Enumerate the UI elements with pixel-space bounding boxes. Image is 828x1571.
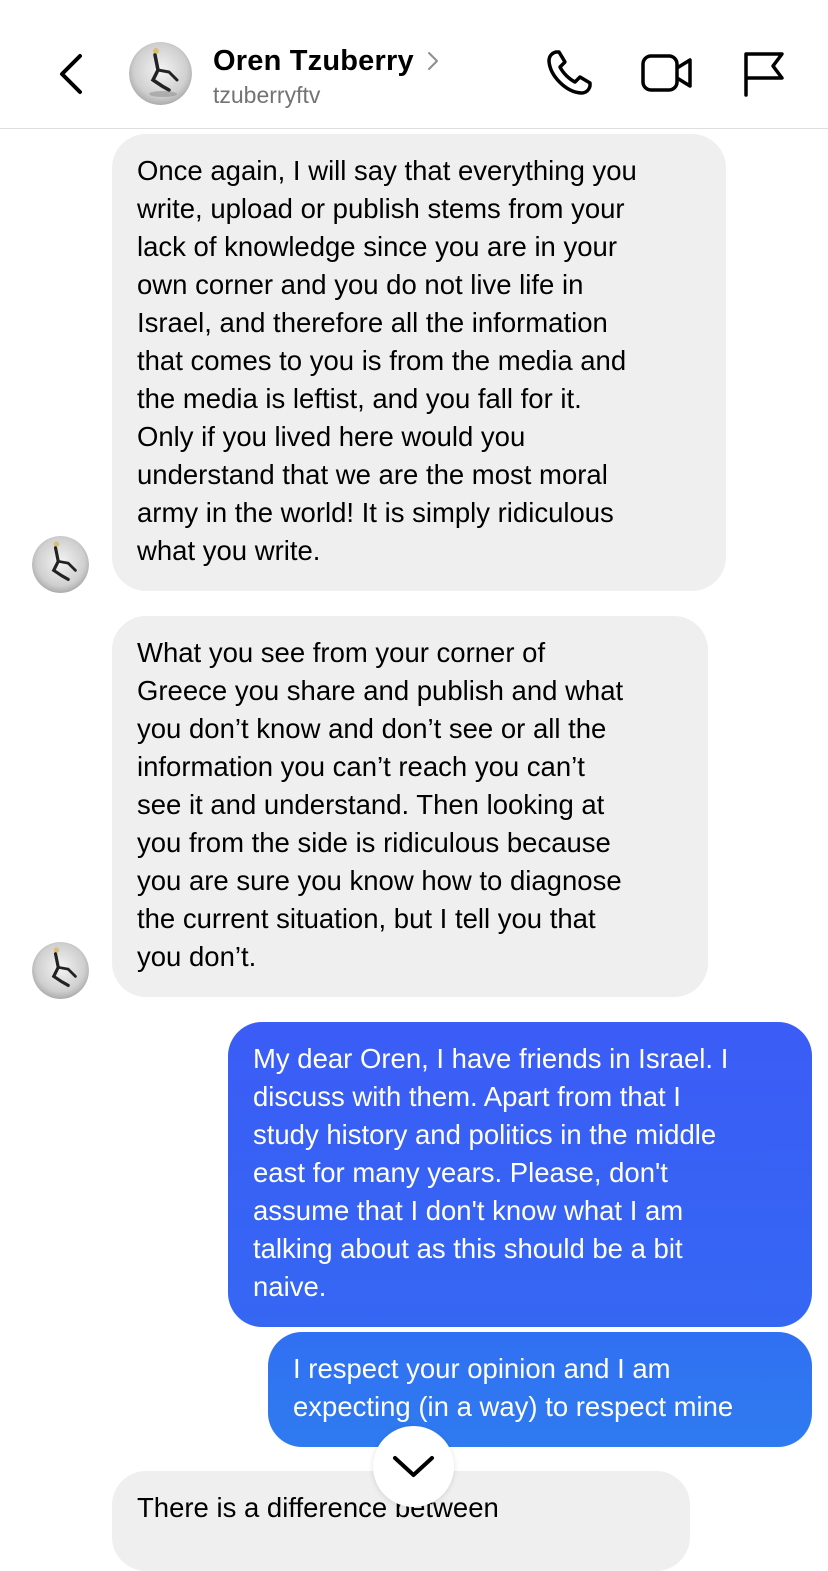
message-bubble-incoming[interactable]: Once again, I will say that everything y… — [112, 134, 726, 591]
message-bubble-outgoing[interactable]: I respect your opinion and I am expectin… — [268, 1332, 812, 1447]
sender-avatar[interactable] — [32, 942, 89, 999]
flag-icon — [744, 52, 784, 97]
chevron-left-icon — [60, 54, 82, 94]
chat-header: Oren Tzuberry tzuberryftv — [0, 0, 828, 129]
contact-username: tzuberryftv — [213, 82, 321, 108]
contact-name: Oren Tzuberry — [213, 44, 414, 77]
back-button[interactable] — [50, 50, 94, 98]
scroll-to-bottom-button[interactable] — [373, 1426, 454, 1507]
sender-avatar[interactable] — [32, 536, 89, 593]
message-bubble-incoming[interactable]: What you see from your corner of Greece … — [112, 616, 708, 997]
message-bubble-outgoing[interactable]: My dear Oren, I have friends in Israel. … — [228, 1022, 812, 1327]
phone-icon — [547, 50, 592, 95]
contact-profile-link[interactable]: Oren Tzuberry — [213, 43, 440, 79]
chevron-down-icon — [393, 1456, 434, 1477]
contact-avatar[interactable] — [129, 42, 192, 105]
video-call-button[interactable] — [640, 46, 694, 100]
video-camera-icon — [641, 54, 692, 92]
report-button[interactable] — [738, 46, 792, 100]
chevron-right-icon — [427, 52, 438, 70]
audio-call-button[interactable] — [542, 46, 596, 100]
